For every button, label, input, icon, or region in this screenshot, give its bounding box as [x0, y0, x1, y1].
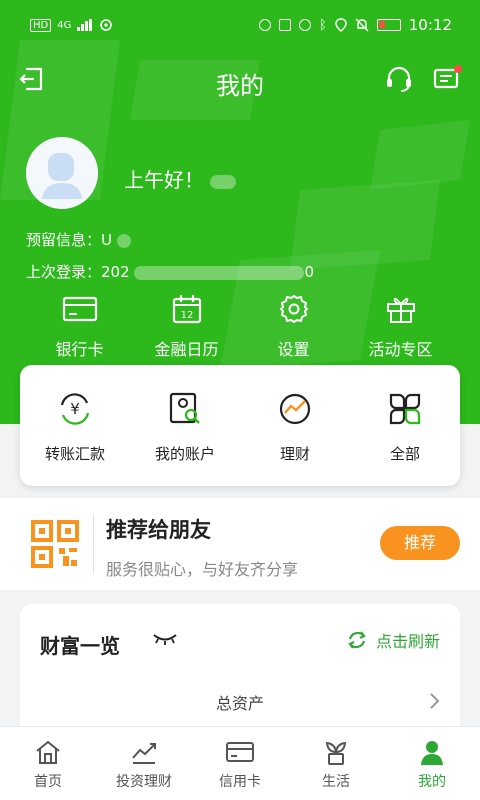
refresh-label: 点击刷新 — [375, 632, 440, 651]
bank-card-icon — [62, 296, 97, 322]
nfc-icon — [278, 19, 291, 31]
wealth-overview-card: 财富一览 点击刷新 总资产 — [20, 604, 460, 744]
wealth-title: 财富一览 — [40, 634, 120, 658]
investment-chart-icon — [132, 743, 156, 764]
eye-closed-icon[interactable] — [152, 632, 178, 646]
tab-investment[interactable]: 投资理财 — [96, 727, 192, 800]
mute-icon — [355, 18, 369, 32]
status-bar: HD 4G ᛒ 10:12 — [0, 0, 480, 50]
account-search-icon — [169, 392, 200, 424]
user-icon — [421, 741, 443, 765]
customer-service-icon[interactable] — [384, 64, 414, 94]
calendar-icon: 12 — [172, 295, 201, 324]
headset-status-icon — [258, 19, 271, 31]
status-time: 10:12 — [408, 16, 452, 34]
tab-mine[interactable]: 我的 — [384, 727, 480, 800]
refresh-button[interactable]: 点击刷新 — [346, 628, 440, 652]
notification-dot — [454, 65, 462, 73]
all-grid-icon — [389, 393, 421, 425]
avatar[interactable] — [26, 137, 98, 209]
bluetooth-icon: ᛒ — [318, 17, 327, 33]
divider — [93, 514, 94, 574]
sync-icon — [100, 19, 113, 31]
wealth-chart-icon — [279, 393, 311, 425]
calendar-day: 12 — [180, 310, 193, 321]
settings-gear-icon — [279, 295, 308, 323]
quick-actions: 银行卡 12 金融日历 设置 活动专区 — [0, 290, 480, 360]
gift-icon — [386, 297, 415, 323]
recommend-button[interactable]: 推荐 — [380, 526, 460, 560]
hd-badge: HD — [30, 18, 52, 32]
location-icon — [335, 18, 347, 32]
plant-icon — [325, 741, 347, 765]
qr-code-icon — [31, 520, 79, 568]
battery-icon — [376, 19, 401, 31]
nav-bar: 我的 — [0, 58, 480, 102]
alarm-icon — [298, 19, 311, 31]
network-badge: 4G — [57, 19, 72, 31]
masked-login-time — [134, 265, 305, 280]
recommend-section: 推荐给朋友 服务很贴心，与好友齐分享 推荐 — [0, 498, 480, 590]
quick-action-calendar[interactable]: 12 金融日历 — [133, 290, 240, 360]
tab-life[interactable]: 生活 — [288, 727, 384, 800]
recommend-subtitle: 服务很贴心，与好友齐分享 — [106, 560, 299, 579]
main-action-all[interactable]: 全部 — [350, 365, 460, 486]
main-actions-card: ¥ 转账汇款 我的账户 理财 全部 — [20, 365, 460, 486]
svg-text:¥: ¥ — [70, 400, 80, 418]
signal-icon — [77, 19, 93, 31]
profile-header: HD 4G ᛒ 10:12 我的 上午好！ 预留信息：U 上次登录：202 0 … — [0, 0, 480, 424]
home-icon — [36, 740, 60, 764]
masked-name — [210, 174, 237, 189]
quick-action-bank-card[interactable]: 银行卡 — [26, 290, 133, 360]
tab-home[interactable]: 首页 — [0, 727, 96, 800]
transfer-icon: ¥ — [60, 393, 90, 425]
refresh-icon — [348, 631, 366, 649]
message-icon[interactable] — [432, 64, 462, 94]
main-action-my-account[interactable]: 我的账户 — [130, 365, 240, 486]
quick-action-settings[interactable]: 设置 — [240, 290, 347, 360]
reserved-info: 预留信息：U — [26, 229, 131, 250]
quick-action-events[interactable]: 活动专区 — [347, 290, 454, 360]
recommend-title: 推荐给朋友 — [106, 518, 211, 542]
tab-credit-card[interactable]: 信用卡 — [192, 727, 288, 800]
chevron-right-icon[interactable] — [428, 692, 440, 710]
main-action-transfer[interactable]: ¥ 转账汇款 — [20, 365, 130, 486]
avatar-placeholder-icon — [26, 137, 98, 209]
last-login: 上次登录：202 0 — [26, 263, 314, 281]
main-action-wealth[interactable]: 理财 — [240, 365, 350, 486]
masked-info — [116, 233, 131, 248]
bottom-tab-bar: 首页 投资理财 信用卡 生活 我的 — [0, 726, 480, 800]
greeting-text: 上午好！ — [124, 164, 237, 193]
credit-card-icon — [226, 742, 254, 762]
total-assets-label[interactable]: 总资产 — [20, 690, 460, 714]
